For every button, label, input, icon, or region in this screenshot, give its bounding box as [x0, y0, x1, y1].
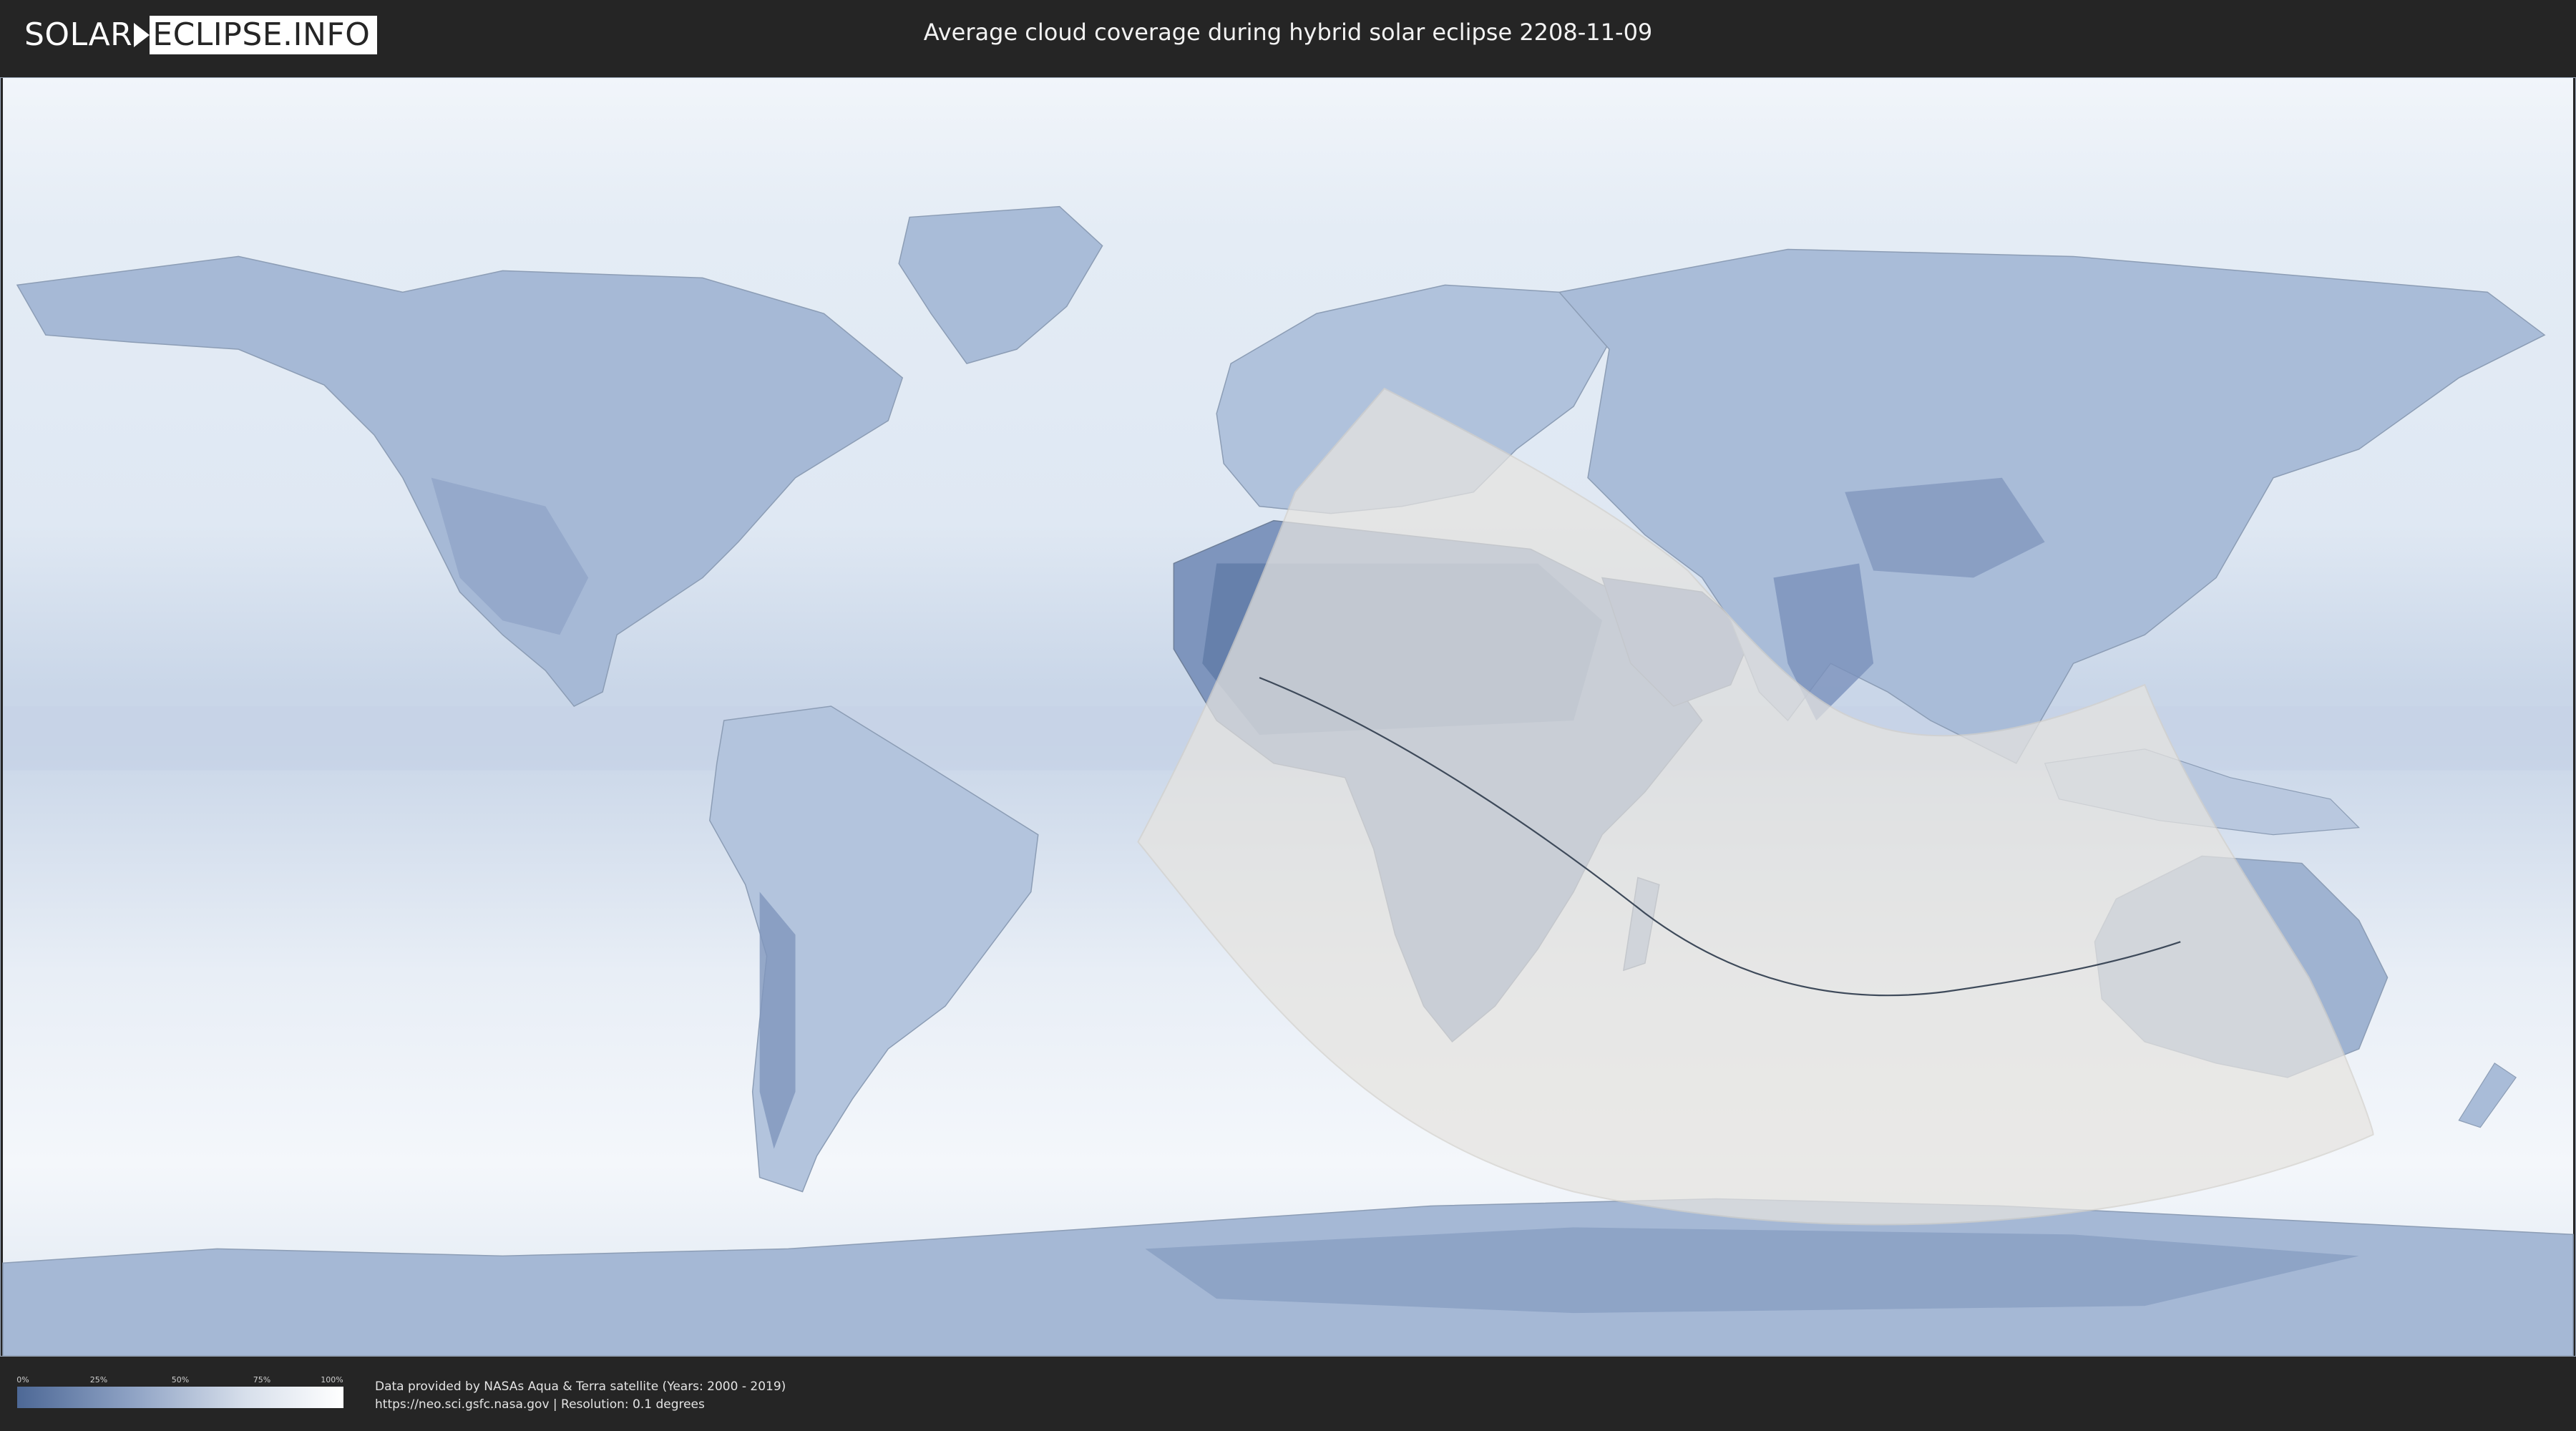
legend-ticks: 0% 25% 50% 75% 100% — [16, 1375, 343, 1387]
world-map-svg — [2, 78, 2574, 1356]
legend-tick-0: 0% — [16, 1375, 29, 1384]
legend-color-bar — [17, 1387, 343, 1408]
credits-line-source: Data provided by NASAs Aqua & Terra sate… — [375, 1379, 786, 1394]
legend-tick-25: 25% — [89, 1375, 108, 1384]
legend-tick-75: 75% — [253, 1375, 271, 1384]
cloud-coverage-legend: 0% 25% 50% 75% 100% — [16, 1375, 343, 1408]
page-title: Average cloud coverage during hybrid sol… — [923, 19, 1653, 46]
header-bar: SOLAR ECLIPSE.INFO Average cloud coverag… — [0, 0, 2576, 72]
footer-bar: 0% 25% 50% 75% 100% Data provided by NAS… — [0, 1359, 2576, 1431]
data-credits: Data provided by NASAs Aqua & Terra sate… — [375, 1378, 786, 1414]
cloud-coverage-map[interactable] — [0, 77, 2576, 1357]
legend-tick-100: 100% — [321, 1375, 343, 1384]
credits-line-url[interactable]: https://neo.sci.gsfc.nasa.gov | Resoluti… — [375, 1396, 786, 1414]
legend-tick-50: 50% — [171, 1375, 190, 1384]
